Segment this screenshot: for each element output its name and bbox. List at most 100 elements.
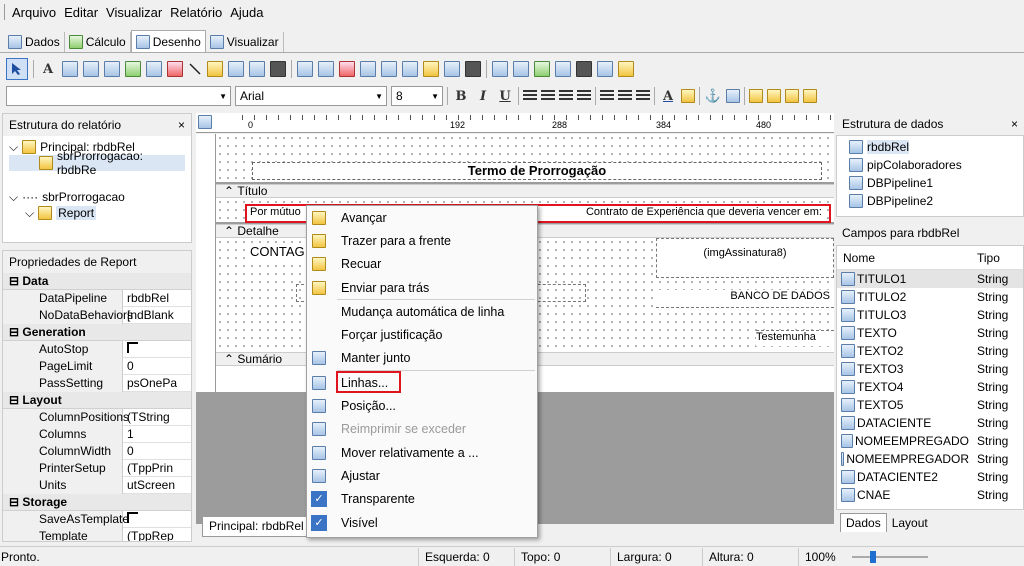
menu-item[interactable]: Mudança automática de linha	[307, 300, 537, 323]
menu-item[interactable]: Forçar justificação	[307, 323, 537, 346]
align-tool-3-icon[interactable]	[785, 89, 799, 103]
close-icon[interactable]: ×	[178, 118, 185, 132]
map-tool-icon[interactable]	[618, 61, 634, 77]
property-row[interactable]: PageLimit 0	[3, 357, 191, 375]
valign-top-icon[interactable]	[600, 90, 614, 102]
menu-item[interactable]: Manter junto	[307, 347, 537, 370]
tree-item-subreport[interactable]: sbrProrrogacao: rbdbRe	[9, 149, 185, 177]
menu-item[interactable]: Ajustar	[307, 464, 537, 487]
tab-calculo[interactable]: Cálculo	[65, 32, 131, 52]
richtext-tool-icon[interactable]	[83, 61, 99, 77]
image-tool-icon[interactable]	[146, 61, 162, 77]
property-value[interactable]: (TString	[123, 410, 170, 424]
field-row[interactable]: TEXTO2 String	[837, 342, 1023, 360]
witness-label[interactable]: Testemunha	[756, 330, 834, 346]
align-right-icon[interactable]	[559, 90, 573, 102]
dbbarcode-tool-icon[interactable]	[402, 61, 418, 77]
anchor-icon[interactable]: ⚓	[704, 87, 722, 105]
property-row[interactable]: Columns 1	[3, 425, 191, 443]
heading-label[interactable]: Termo de Prorrogação	[252, 162, 822, 180]
menu-item[interactable]: Recuar	[307, 253, 537, 276]
field-row[interactable]: TITULO3 String	[837, 306, 1023, 324]
property-category[interactable]: ⊟ Generation	[3, 324, 191, 341]
memo-tool-icon[interactable]	[62, 61, 78, 77]
property-value[interactable]: (TppPrin	[123, 461, 173, 475]
tab-dados-bottom[interactable]: Dados	[840, 513, 887, 532]
property-value[interactable]: psOnePa	[123, 376, 177, 390]
field-row[interactable]: TEXTO3 String	[837, 360, 1023, 378]
font-color-button[interactable]: A	[659, 87, 677, 105]
field-row[interactable]: NOMEEMPREGADOR String	[837, 450, 1023, 468]
italic-button[interactable]: I	[474, 87, 492, 105]
ruler-corner-icon[interactable]	[198, 115, 212, 129]
property-row[interactable]: PassSetting psOnePa	[3, 374, 191, 392]
align-center-icon[interactable]	[541, 90, 555, 102]
col-name-header[interactable]: Nome	[837, 251, 973, 265]
menu-ajuda[interactable]: Ajuda	[230, 5, 263, 20]
menu-item[interactable]: ✓ Transparente	[307, 488, 537, 511]
field-row[interactable]: NOMEEMPREGADO String	[837, 432, 1023, 450]
font-name-select[interactable]: Arial ▼	[235, 86, 387, 106]
dbmemo-tool-icon[interactable]	[318, 61, 334, 77]
property-row[interactable]: NoDataBehaviors [ndBlank	[3, 306, 191, 324]
crosstab-tool-icon[interactable]	[270, 61, 286, 77]
checkbox[interactable]	[123, 342, 138, 356]
align-left-icon[interactable]	[523, 90, 537, 102]
dbcrosstab-tool-icon[interactable]	[465, 61, 481, 77]
property-row[interactable]: Units utScreen	[3, 476, 191, 494]
contag-label[interactable]: CONTAG	[250, 244, 305, 259]
menu-item[interactable]: ✓ Visível	[307, 511, 537, 534]
font-size-select[interactable]: 8 ▼	[391, 86, 443, 106]
chart-tool-icon[interactable]	[207, 61, 223, 77]
property-row[interactable]: ColumnWidth 0	[3, 442, 191, 460]
variable-tool-icon[interactable]	[125, 61, 141, 77]
property-category[interactable]: ⊟ Layout	[3, 392, 191, 409]
label-tool-icon[interactable]: A	[39, 60, 57, 78]
pagebreak-tool-icon[interactable]	[534, 61, 550, 77]
border-icon[interactable]	[726, 89, 740, 103]
zoom-slider[interactable]	[844, 548, 928, 566]
region-tool-icon[interactable]	[492, 61, 508, 77]
property-value[interactable]: [ndBlank	[123, 308, 174, 322]
property-row[interactable]: DataPipeline rbdbRel	[3, 289, 191, 307]
dbrichtext-tool-icon[interactable]	[339, 61, 355, 77]
bold-button[interactable]: B	[452, 87, 470, 105]
property-value[interactable]: (TppRep	[123, 529, 174, 541]
data-tree-item[interactable]: DBPipeline2	[849, 192, 1023, 210]
field-row[interactable]: TEXTO String	[837, 324, 1023, 342]
align-tool-1-icon[interactable]	[749, 89, 763, 103]
field-row[interactable]: TEXTO5 String	[837, 396, 1023, 414]
property-value[interactable]: 1	[123, 427, 134, 441]
title-band-area[interactable]: Termo de Prorrogação	[216, 134, 834, 182]
property-category[interactable]: ⊟ Data	[3, 273, 191, 290]
valign-bottom-icon[interactable]	[636, 90, 650, 102]
dbcheckbox-tool-icon[interactable]	[444, 61, 460, 77]
field-row[interactable]: TITULO2 String	[837, 288, 1023, 306]
field-row[interactable]: TEXTO4 String	[837, 378, 1023, 396]
grid-tool-icon[interactable]	[597, 61, 613, 77]
checkbox-tool-icon[interactable]	[249, 61, 265, 77]
property-category[interactable]: ⊟ Storage	[3, 494, 191, 511]
property-row[interactable]: PrinterSetup (TppPrin	[3, 459, 191, 477]
title-band-label[interactable]: ⌃ Título	[216, 184, 834, 198]
property-value[interactable]: rbdbRel	[123, 291, 169, 305]
menu-visualizar[interactable]: Visualizar	[106, 5, 162, 20]
property-row[interactable]: AutoStop	[3, 340, 191, 358]
signature-image[interactable]: (imgAssinatura8)	[656, 238, 834, 278]
property-value[interactable]: 0	[123, 444, 134, 458]
checkbox[interactable]	[123, 512, 138, 526]
valign-center-icon[interactable]	[618, 90, 632, 102]
close-icon[interactable]: ×	[1011, 117, 1018, 131]
underline-button[interactable]: U	[496, 87, 514, 105]
align-tool-4-icon[interactable]	[803, 89, 817, 103]
menu-item[interactable]: Avançar	[307, 206, 537, 229]
shape-tool-icon[interactable]	[167, 61, 183, 77]
menu-relatorio[interactable]: Relatório	[170, 5, 222, 20]
field-row[interactable]: TITULO1 String	[837, 270, 1023, 288]
menu-item[interactable]: Posição...	[307, 394, 537, 417]
dbimage-tool-icon[interactable]	[381, 61, 397, 77]
bottom-tab-principal[interactable]: Principal: rbdbRel	[202, 517, 312, 537]
tree-item-sbr[interactable]: ⌵ ···· sbrProrrogacao	[9, 189, 185, 205]
data-tree-item[interactable]: pipColaboradores	[849, 156, 1023, 174]
data-tree-item[interactable]: DBPipeline1	[849, 174, 1023, 192]
